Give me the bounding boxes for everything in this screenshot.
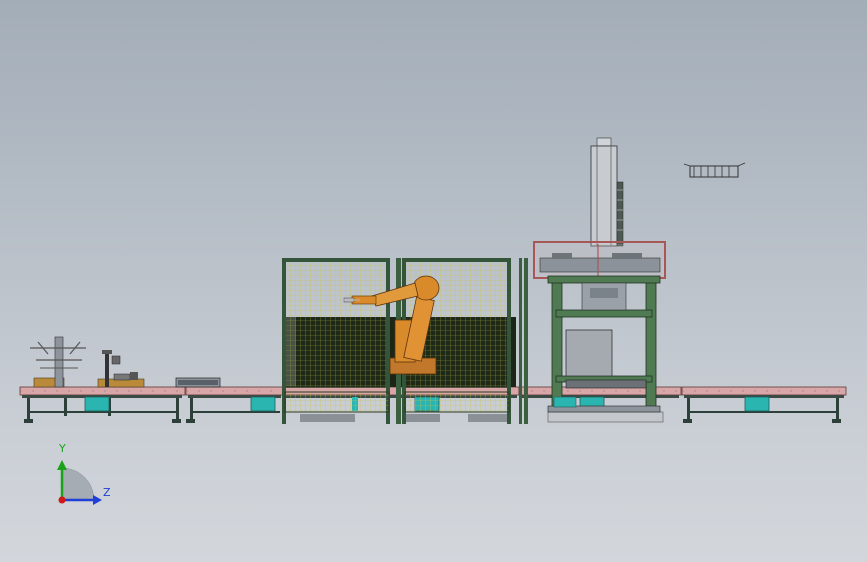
- cad-viewport[interactable]: Y Z: [0, 0, 867, 562]
- axis-triad[interactable]: [57, 460, 102, 505]
- loading-station: [30, 336, 221, 388]
- press-station: [533, 137, 666, 413]
- cabinet-icon: [84, 396, 110, 412]
- conveyor-segment-5: [681, 386, 847, 423]
- cabinet-icon: [744, 396, 770, 412]
- triad-y-label: Y: [59, 442, 66, 455]
- origin-icon: [58, 496, 66, 504]
- assembly-drawing: [19, 137, 847, 505]
- robot-cell: [282, 258, 528, 424]
- triad-z-label: Z: [103, 486, 111, 499]
- conveyor-segment-4: [518, 386, 682, 423]
- cabinet-icon: [250, 396, 276, 412]
- triad-plane-icon: [61, 467, 95, 501]
- floating-fixture-part: [683, 162, 746, 178]
- fence-panel-left: [282, 258, 390, 424]
- conveyor-segment-1: [19, 386, 186, 423]
- conveyor-segment-2: [185, 386, 284, 423]
